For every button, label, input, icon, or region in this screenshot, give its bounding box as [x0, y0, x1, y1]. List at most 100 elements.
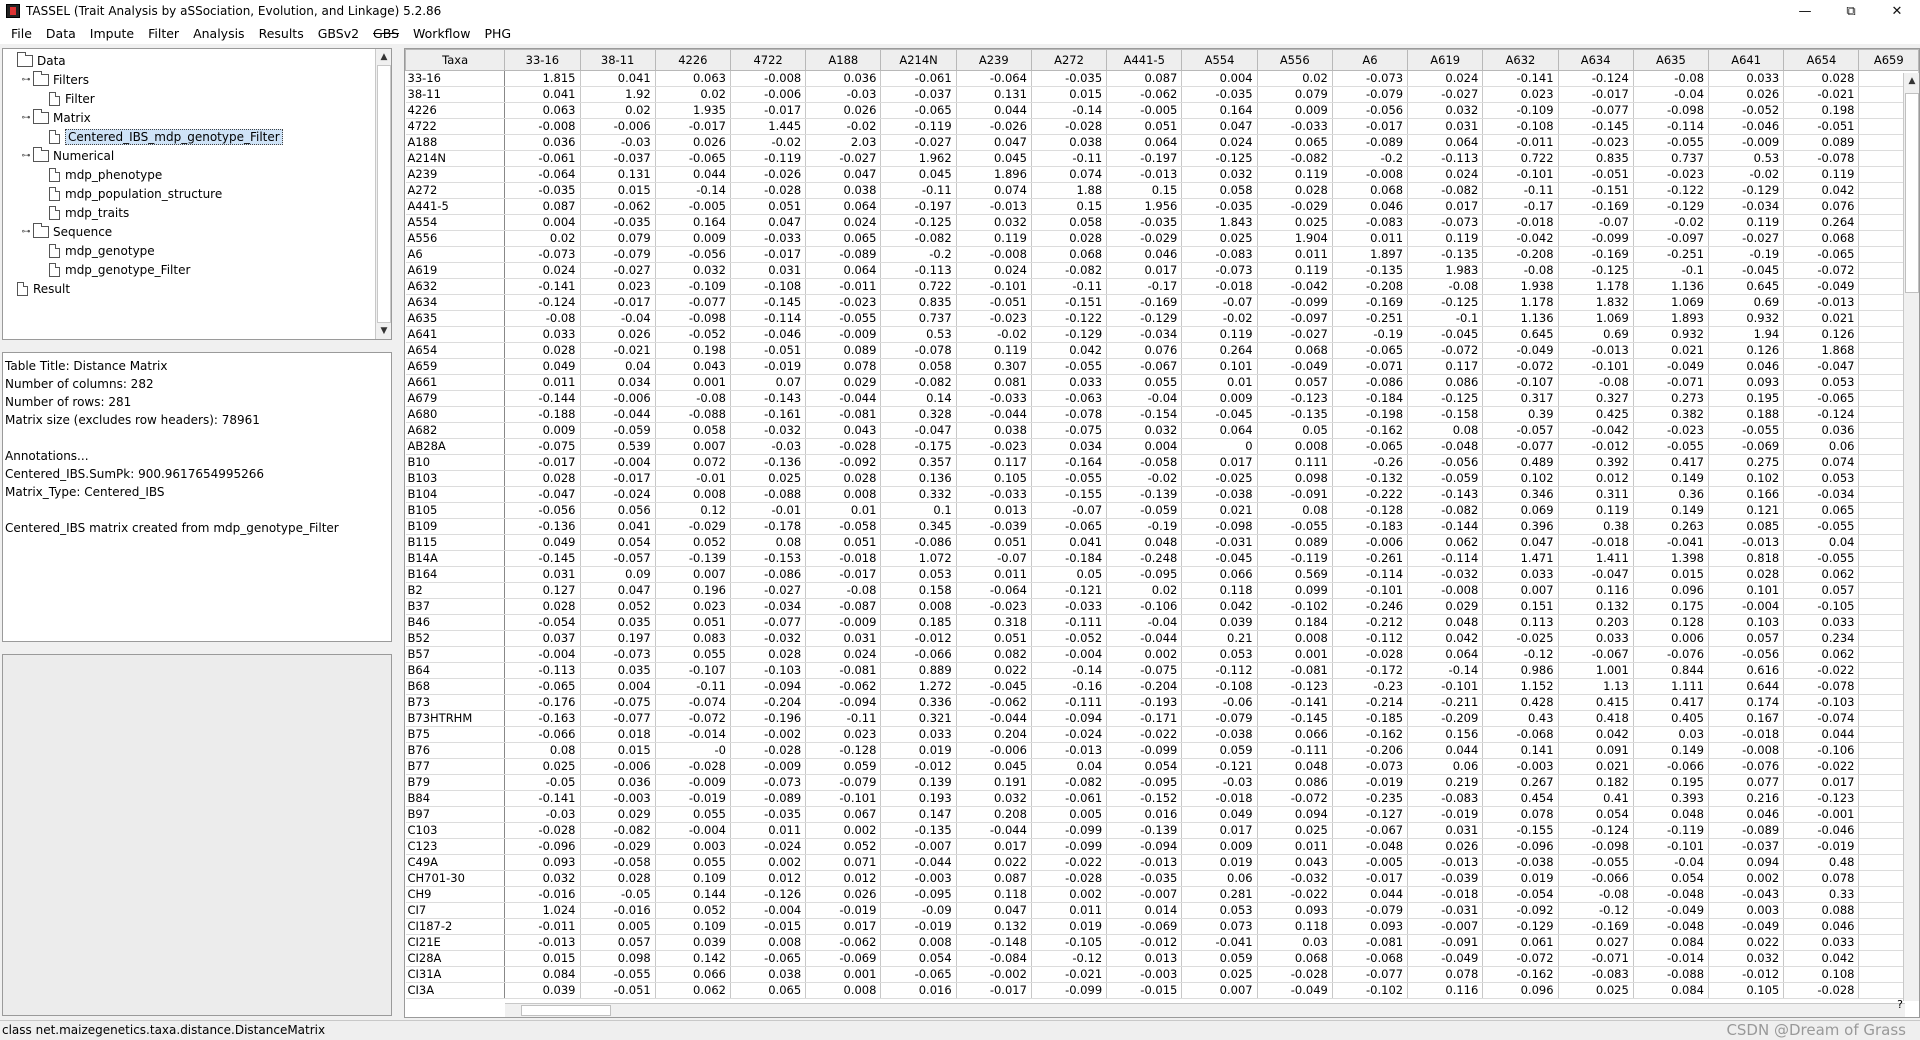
table-row[interactable]: B97 -0.03 0.029 0.055 -0.035 0.067 0.147 0.208 0…: [405, 806, 1919, 823]
table-cell[interactable]: -0.035: [1106, 870, 1183, 887]
table-cell[interactable]: 0.025: [1257, 214, 1333, 231]
table-cell[interactable]: -0.061: [880, 70, 957, 87]
table-cell[interactable]: -0.056: [504, 502, 581, 519]
table-cell[interactable]: 0.016: [880, 982, 957, 999]
table-cell[interactable]: -0.059: [1407, 470, 1484, 487]
table-cell[interactable]: 0.015: [580, 742, 656, 759]
row-header[interactable]: 38-11: [405, 86, 506, 103]
row-header[interactable]: A635: [405, 310, 506, 327]
row-header[interactable]: B57: [405, 646, 506, 663]
table-cell[interactable]: 0.035: [580, 614, 656, 631]
table-cell[interactable]: 0.041: [504, 86, 581, 103]
table-cell[interactable]: 0.046: [1708, 806, 1785, 823]
row-header[interactable]: CI21E: [405, 934, 506, 951]
table-cell[interactable]: -0.025: [1482, 630, 1559, 647]
table-cell[interactable]: 0.04: [1783, 534, 1860, 551]
table-cell[interactable]: -0.046: [1783, 822, 1860, 839]
table-cell[interactable]: 0.019: [1482, 870, 1559, 887]
table-cell[interactable]: 0.055: [655, 806, 731, 823]
table-cell[interactable]: -0.078: [1783, 678, 1860, 695]
table-cell[interactable]: -0.032: [730, 422, 807, 439]
table-cell[interactable]: 0.36: [1633, 486, 1710, 503]
table-cell[interactable]: -0.073: [730, 774, 807, 791]
table-cell[interactable]: 0.41: [1558, 790, 1634, 807]
table-cell[interactable]: 0.052: [655, 902, 731, 919]
table-cell[interactable]: -0.055: [1783, 550, 1860, 567]
table-cell[interactable]: -0.083: [1407, 790, 1484, 807]
table-cell[interactable]: 0.015: [580, 182, 656, 199]
table-row[interactable]: B46 -0.054 0.035 0.051 -0.077 -0.009 0.185 0.31…: [405, 614, 1919, 631]
table-cell[interactable]: 1.445: [730, 118, 807, 135]
table-cell[interactable]: -0.051: [730, 342, 807, 359]
table-cell[interactable]: 0.043: [655, 358, 731, 375]
table-cell[interactable]: 0.345: [880, 518, 957, 535]
row-header[interactable]: A272: [405, 182, 506, 199]
table-cell[interactable]: 0.321: [880, 710, 957, 727]
table-cell[interactable]: -0.098: [1558, 838, 1634, 855]
table-cell[interactable]: -0.078: [1783, 150, 1860, 167]
table-cell[interactable]: -0.101: [1332, 582, 1409, 599]
table-cell[interactable]: -0.058: [1106, 454, 1183, 471]
table-cell[interactable]: 0.041: [580, 70, 656, 87]
table-cell[interactable]: -0.214: [1332, 694, 1409, 711]
table-cell[interactable]: -0.184: [1332, 390, 1409, 407]
table-cell[interactable]: 1.897: [1332, 246, 1409, 263]
table-cell[interactable]: -0.144: [504, 390, 581, 407]
table-cell[interactable]: 0.084: [1633, 982, 1710, 999]
table-cell[interactable]: 0.002: [1031, 886, 1108, 903]
row-header[interactable]: B79: [405, 774, 506, 791]
table-cell[interactable]: -0.041: [1181, 934, 1258, 951]
table-cell[interactable]: -0.019: [1332, 774, 1409, 791]
table-cell[interactable]: -0.101: [956, 278, 1032, 295]
table-cell[interactable]: -0.007: [1407, 918, 1484, 935]
table-cell[interactable]: -0.123: [1783, 790, 1860, 807]
table-cell[interactable]: -0.088: [1633, 966, 1710, 983]
table-cell[interactable]: 0.195: [1708, 390, 1785, 407]
menu-analysis[interactable]: Analysis: [186, 26, 252, 41]
table-cell[interactable]: 0.011: [1031, 902, 1108, 919]
row-header[interactable]: CH701-30: [405, 870, 506, 887]
table-cell[interactable]: -0.067: [1106, 358, 1183, 375]
table-cell[interactable]: -0.091: [1407, 934, 1484, 951]
table-cell[interactable]: -0.021: [580, 342, 656, 359]
table-cell[interactable]: -0.059: [580, 422, 656, 439]
table-cell[interactable]: -0.008: [730, 70, 807, 87]
table-cell[interactable]: -0.037: [880, 86, 957, 103]
table-cell[interactable]: -0.027: [805, 150, 882, 167]
table-cell[interactable]: -0.065: [1332, 342, 1409, 359]
table-cell[interactable]: -0.035: [504, 182, 581, 199]
table-cell[interactable]: 0.086: [1407, 374, 1484, 391]
table-cell[interactable]: -0.009: [730, 758, 807, 775]
table-cell[interactable]: -0.069: [805, 950, 882, 967]
table-cell[interactable]: 0.044: [655, 166, 731, 183]
menu-phg[interactable]: PHG: [477, 26, 518, 41]
table-cell[interactable]: -0.064: [956, 70, 1032, 87]
table-cell[interactable]: 0.019: [880, 742, 957, 759]
table-cell[interactable]: -0.139: [1106, 822, 1183, 839]
table-cell[interactable]: -0.105: [1783, 598, 1860, 615]
table-cell[interactable]: -0.028: [730, 182, 807, 199]
table-cell[interactable]: 0.164: [1181, 102, 1258, 119]
table-cell[interactable]: -0.169: [1558, 198, 1634, 215]
table-cell[interactable]: 0.096: [1482, 982, 1559, 999]
table-cell[interactable]: -0.054: [504, 614, 581, 631]
table-cell[interactable]: -0.018: [1558, 534, 1634, 551]
table-cell[interactable]: 0.059: [1181, 950, 1258, 967]
table-cell[interactable]: 0.004: [1106, 438, 1183, 455]
table-cell[interactable]: -0.028: [655, 758, 731, 775]
table-cell[interactable]: -0.035: [1181, 86, 1258, 103]
table-cell[interactable]: -0.079: [805, 774, 882, 791]
table-row[interactable]: A619 0.024 -0.027 0.032 0.031 0.064 -0.113 0.02…: [405, 262, 1919, 279]
row-header[interactable]: B84: [405, 790, 506, 807]
row-header[interactable]: B68: [405, 678, 506, 695]
row-header[interactable]: 33-16: [405, 70, 506, 87]
table-cell[interactable]: 1.92: [580, 86, 656, 103]
table-cell[interactable]: 0.06: [1181, 870, 1258, 887]
table-cell[interactable]: -0.01: [730, 502, 807, 519]
row-header[interactable]: CI28A: [405, 950, 506, 967]
table-cell[interactable]: 0.175: [1633, 598, 1710, 615]
table-cell[interactable]: -0.016: [504, 886, 581, 903]
row-header[interactable]: A239: [405, 166, 506, 183]
table-cell[interactable]: -0.065: [504, 678, 581, 695]
table-cell[interactable]: 0.208: [956, 806, 1032, 823]
